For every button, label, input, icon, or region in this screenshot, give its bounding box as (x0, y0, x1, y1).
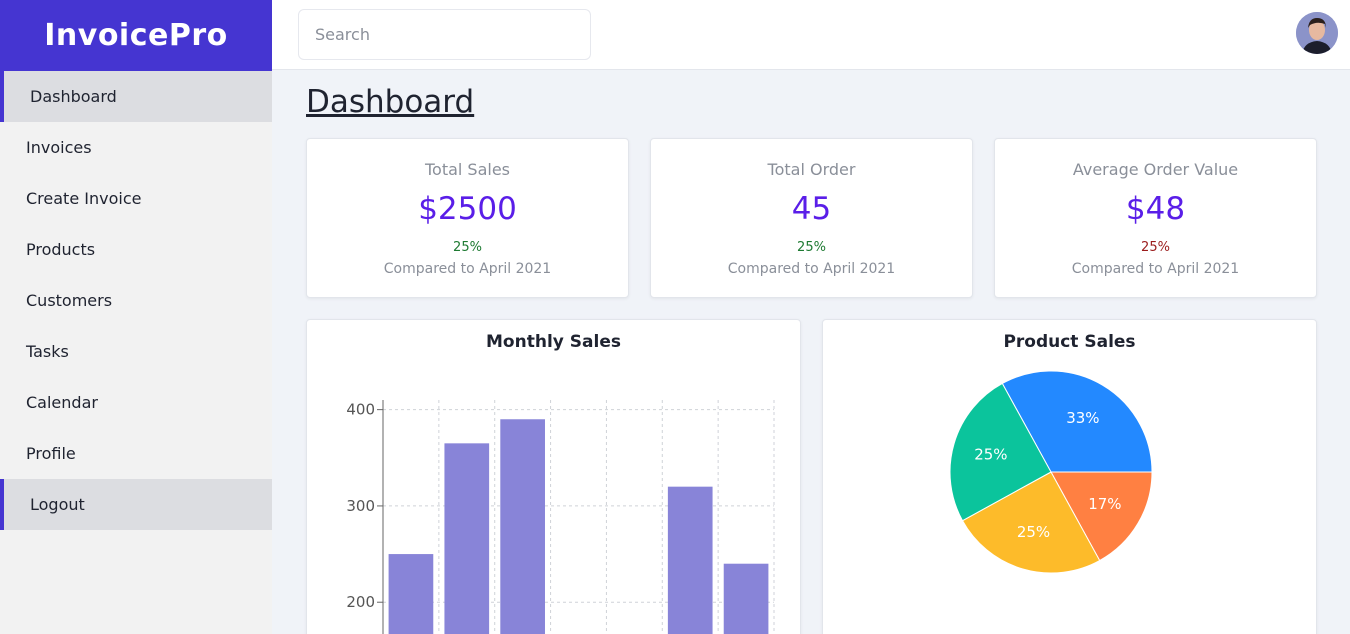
sidebar-nav: Dashboard Invoices Create Invoice Produc… (0, 71, 272, 530)
y-tick-label: 300 (346, 497, 375, 515)
sidebar-item-create-invoice[interactable]: Create Invoice (0, 173, 272, 224)
stat-value: $48 (1125, 191, 1186, 227)
stat-label: Total Order (767, 160, 856, 179)
stat-card-total-sales: Total Sales $2500 25% Compared to April … (306, 138, 629, 298)
avatar[interactable] (1296, 12, 1338, 54)
pie-slice-label: 33% (1066, 409, 1099, 427)
sidebar-item-products[interactable]: Products (0, 224, 272, 275)
y-tick-label: 400 (346, 401, 375, 419)
bar[interactable] (667, 486, 713, 634)
search-input[interactable] (298, 9, 591, 60)
monthly-sales-chart: 200 300 400 (346, 400, 775, 634)
sidebar-item-profile[interactable]: Profile (0, 428, 272, 479)
stat-compare: Compared to April 2021 (1071, 261, 1240, 277)
stat-change: 25% (453, 240, 482, 255)
stat-value: 45 (791, 191, 832, 227)
stat-card-average-order-value: Average Order Value $48 25% Compared to … (994, 138, 1317, 298)
pie-slice-label: 25% (1017, 523, 1050, 541)
bar[interactable] (723, 563, 769, 634)
product-sales-chart: 33% 17% 25% 25% (949, 370, 1153, 574)
bar[interactable] (444, 443, 490, 634)
page-title: Dashboard (306, 84, 475, 120)
sidebar-item-invoices[interactable]: Invoices (0, 122, 272, 173)
stat-value: $2500 (418, 191, 517, 227)
stat-compare: Compared to April 2021 (383, 261, 552, 277)
stat-change: 25% (1141, 240, 1170, 255)
bar[interactable] (388, 554, 434, 634)
stat-label: Average Order Value (1072, 160, 1239, 179)
product-sales-panel: Product Sales 33% 17% 25% 25% (822, 319, 1317, 634)
stat-card-total-order: Total Order 45 25% Compared to April 202… (650, 138, 973, 298)
monthly-sales-panel: Monthly Sales 200 300 400 (306, 319, 801, 634)
sidebar-item-calendar[interactable]: Calendar (0, 377, 272, 428)
sidebar-item-tasks[interactable]: Tasks (0, 326, 272, 377)
user-avatar-icon (1296, 12, 1338, 54)
stat-label: Total Sales (424, 160, 511, 179)
pie-slice-label: 25% (974, 446, 1007, 464)
sidebar-item-logout[interactable]: Logout (0, 479, 272, 530)
stat-change: 25% (797, 240, 826, 255)
sidebar-item-customers[interactable]: Customers (0, 275, 272, 326)
y-tick-label: 200 (346, 593, 375, 611)
stat-compare: Compared to April 2021 (727, 261, 896, 277)
bar[interactable] (500, 419, 545, 634)
sidebar: InvoicePro Dashboard Invoices Create Inv… (0, 0, 272, 634)
topbar (272, 0, 1350, 70)
pie-slice-label: 17% (1088, 495, 1121, 513)
sidebar-item-dashboard[interactable]: Dashboard (0, 71, 272, 122)
brand-logo[interactable]: InvoicePro (0, 0, 272, 71)
